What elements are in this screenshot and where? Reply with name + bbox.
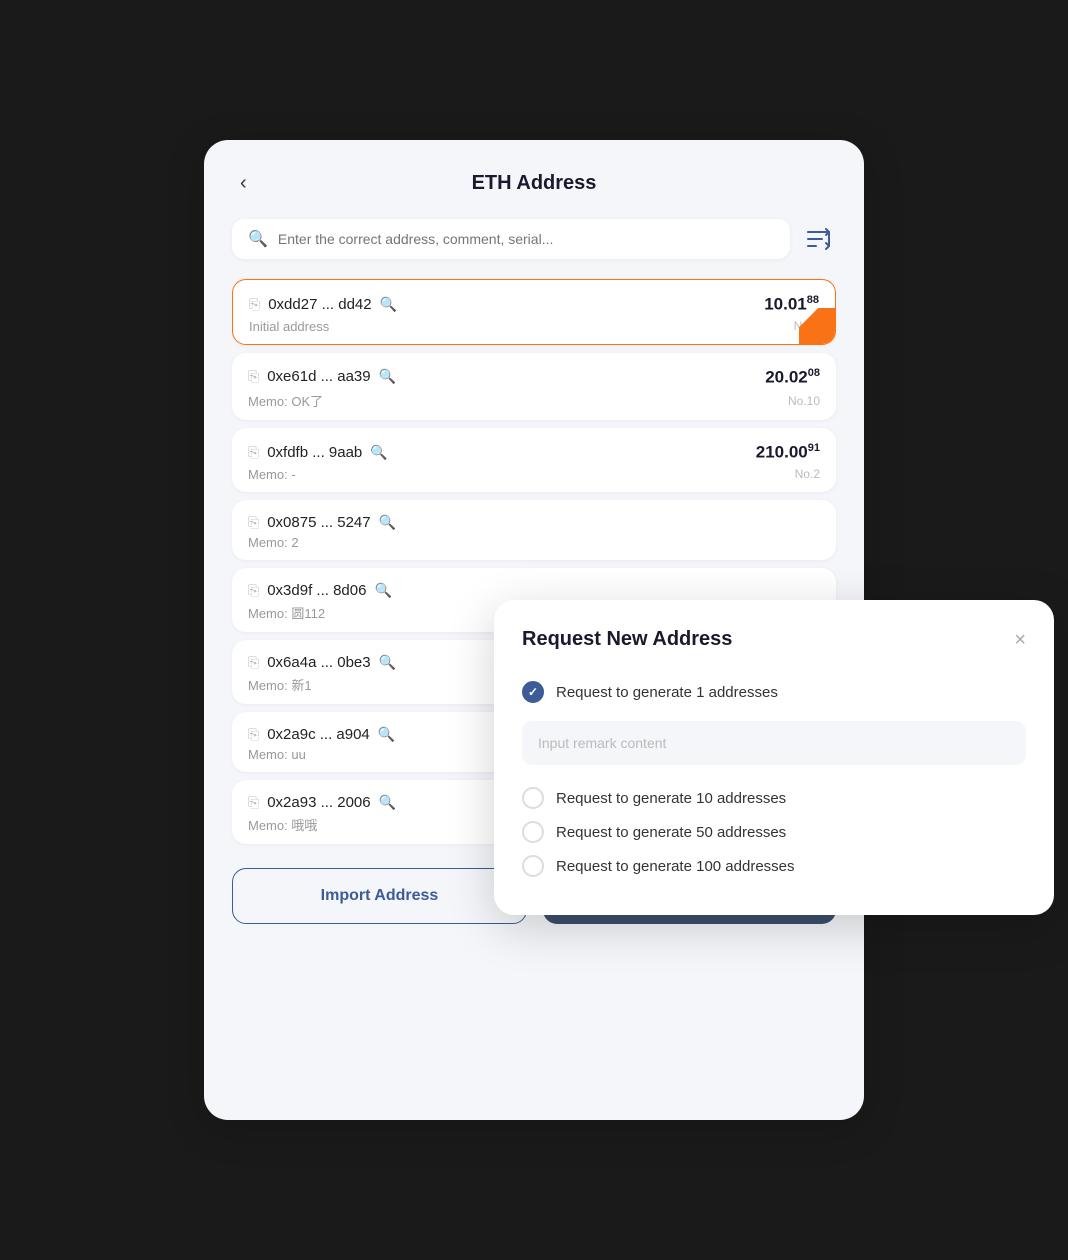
address-memo: Memo: 圆112 <box>248 603 325 622</box>
address-item[interactable]: ⎘ 0xfdfb ... 9aab 🔍 210.0091 Memo: - No.… <box>232 428 836 492</box>
address-memo: Memo: 新1 <box>248 675 312 694</box>
header: ‹ ETH Address <box>232 172 836 195</box>
search-input[interactable] <box>278 231 774 247</box>
address-text: 0xe61d ... aa39 <box>267 368 370 385</box>
active-corner-indicator <box>799 308 835 344</box>
address-item[interactable]: ⎘ 0xdd27 ... dd42 🔍 10.0188 Initial addr… <box>232 279 836 345</box>
back-button[interactable]: ‹ <box>232 168 255 199</box>
address-memo: Memo: 2 <box>248 535 299 550</box>
address-text: 0xdd27 ... dd42 <box>268 296 371 313</box>
address-search-icon[interactable]: 🔍 <box>380 296 397 313</box>
radio-label: Request to generate 1 addresses <box>556 684 778 701</box>
address-memo: Initial address <box>249 319 329 334</box>
address-search-icon[interactable]: 🔍 <box>370 444 387 461</box>
copy-icon[interactable]: ⎘ <box>248 514 259 531</box>
address-memo: Memo: OK了 <box>248 391 323 410</box>
modal-close-button[interactable]: × <box>1014 630 1026 650</box>
address-memo: Memo: 哦哦 <box>248 815 317 834</box>
modal-option-1: Request to generate 10 addresses <box>522 781 1026 815</box>
radio-circle <box>522 855 544 877</box>
address-search-icon[interactable]: 🔍 <box>379 654 396 671</box>
radio-option[interactable]: Request to generate 100 addresses <box>522 849 1026 883</box>
radio-circle <box>522 681 544 703</box>
modal-title: Request New Address <box>522 628 732 651</box>
copy-icon[interactable]: ⎘ <box>248 726 259 743</box>
address-amount: 20.0208 <box>765 367 820 388</box>
filter-sort-button[interactable] <box>800 222 836 256</box>
modal-option-0: Request to generate 1 addresses <box>522 675 1026 781</box>
address-text: 0x0875 ... 5247 <box>267 514 370 531</box>
search-row: 🔍 <box>232 219 836 259</box>
radio-circle <box>522 787 544 809</box>
search-bar: 🔍 <box>232 219 790 259</box>
address-item[interactable]: ⎘ 0xe61d ... aa39 🔍 20.0208 Memo: OK了 No… <box>232 353 836 421</box>
modal-header: Request New Address × <box>522 628 1026 651</box>
page-title: ETH Address <box>472 172 597 195</box>
address-text: 0x2a9c ... a904 <box>267 726 370 743</box>
radio-label: Request to generate 50 addresses <box>556 824 786 841</box>
copy-icon[interactable]: ⎘ <box>248 654 259 671</box>
import-address-button[interactable]: Import Address <box>232 868 527 924</box>
copy-icon[interactable]: ⎘ <box>248 582 259 599</box>
modal-option-2: Request to generate 50 addresses <box>522 815 1026 849</box>
address-memo: Memo: - <box>248 467 296 482</box>
modal-option-3: Request to generate 100 addresses <box>522 849 1026 883</box>
address-memo: Memo: uu <box>248 747 306 762</box>
filter-sort-icon <box>806 228 830 250</box>
address-text: 0x6a4a ... 0be3 <box>267 654 370 671</box>
radio-label: Request to generate 100 addresses <box>556 858 795 875</box>
main-card: ‹ ETH Address 🔍 ⎘ 0xdd27 ... dd42 <box>204 140 864 1120</box>
address-search-icon[interactable]: 🔍 <box>379 794 396 811</box>
radio-option[interactable]: Request to generate 10 addresses <box>522 781 1026 815</box>
address-no: No.10 <box>788 394 820 408</box>
address-text: 0x2a93 ... 2006 <box>267 794 370 811</box>
copy-icon[interactable]: ⎘ <box>248 444 259 461</box>
radio-option[interactable]: Request to generate 1 addresses <box>522 675 1026 709</box>
copy-icon[interactable]: ⎘ <box>248 368 259 385</box>
radio-circle <box>522 821 544 843</box>
address-search-icon[interactable]: 🔍 <box>378 726 395 743</box>
address-amount: 210.0091 <box>756 442 820 463</box>
address-text: 0x3d9f ... 8d06 <box>267 582 366 599</box>
radio-option[interactable]: Request to generate 50 addresses <box>522 815 1026 849</box>
address-text: 0xfdfb ... 9aab <box>267 444 362 461</box>
address-no: No.2 <box>795 467 820 481</box>
address-search-icon[interactable]: 🔍 <box>379 368 396 385</box>
address-item[interactable]: ⎘ 0x0875 ... 5247 🔍 Memo: 2 <box>232 500 836 560</box>
remark-input[interactable] <box>522 721 1026 765</box>
request-address-modal: Request New Address × Request to generat… <box>494 600 1054 915</box>
modal-options: Request to generate 1 addresses Request t… <box>522 675 1026 883</box>
copy-icon[interactable]: ⎘ <box>249 296 260 313</box>
search-icon: 🔍 <box>248 229 268 249</box>
radio-label: Request to generate 10 addresses <box>556 790 786 807</box>
address-search-icon[interactable]: 🔍 <box>379 514 396 531</box>
address-search-icon[interactable]: 🔍 <box>374 582 391 599</box>
copy-icon[interactable]: ⎘ <box>248 794 259 811</box>
